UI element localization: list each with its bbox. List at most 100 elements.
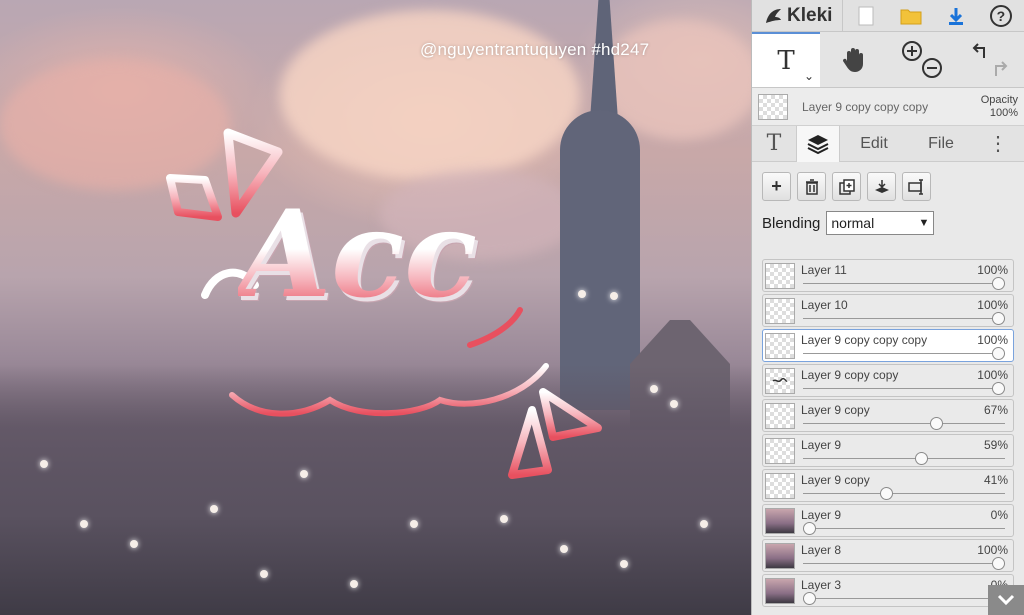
- help-button[interactable]: ?: [978, 0, 1023, 32]
- current-layer-thumbnail: [758, 93, 788, 120]
- layer-row[interactable]: Layer 9 copy copy copy 100%: [762, 329, 1014, 362]
- zoom-out-icon[interactable]: [921, 57, 943, 79]
- chevron-down-icon[interactable]: ⌄: [804, 69, 814, 83]
- layer-row[interactable]: Layer 11 100%: [762, 259, 1014, 292]
- layer-opacity: 100%: [977, 263, 1008, 277]
- layer-row[interactable]: Layer 9 copy copy 100%: [762, 364, 1014, 397]
- trash-icon: [805, 178, 818, 195]
- delete-layer-button[interactable]: [797, 172, 826, 201]
- layer-opacity: 67%: [983, 403, 1008, 417]
- layer-opacity: 59%: [983, 438, 1008, 452]
- bracket-bottom: [508, 406, 552, 479]
- new-document-button[interactable]: [843, 0, 888, 32]
- save-download-button[interactable]: [933, 0, 978, 32]
- opacity-slider-track[interactable]: [803, 353, 1005, 354]
- rename-icon: [907, 178, 923, 195]
- opacity-slider-knob[interactable]: [992, 382, 1005, 395]
- opacity-slider-knob[interactable]: [992, 312, 1005, 325]
- tab-edit[interactable]: Edit: [840, 126, 908, 162]
- layer-thumbnail: [765, 438, 795, 464]
- layer-row[interactable]: Layer 8 100%: [762, 539, 1014, 572]
- current-layer-name: Layer 9 copy copy copy: [802, 99, 929, 114]
- layer-thumbnail: [765, 333, 795, 359]
- opacity-slider-track[interactable]: [803, 458, 1005, 459]
- layer-row[interactable]: Layer 9 copy 41%: [762, 469, 1014, 502]
- new-document-icon: [858, 6, 874, 25]
- opacity-slider-track[interactable]: [803, 563, 1005, 564]
- opacity-slider-track[interactable]: [803, 318, 1005, 319]
- add-layer-button[interactable]: +: [762, 172, 791, 201]
- opacity-slider-track[interactable]: [803, 493, 1005, 494]
- kleki-logo-icon: [766, 8, 781, 23]
- opacity-slider-knob[interactable]: [992, 557, 1005, 570]
- undo-redo-buttons: [956, 32, 1024, 87]
- layer-row[interactable]: Layer 9 copy 67%: [762, 399, 1014, 432]
- tool-row: T ⌄: [752, 32, 1024, 88]
- panel-tabs: T Edit File ⋮: [752, 125, 1024, 162]
- layer-thumbnail: [765, 473, 795, 499]
- merge-down-icon: [874, 179, 889, 193]
- opacity-slider-knob[interactable]: [929, 417, 943, 430]
- scroll-down-button[interactable]: [988, 585, 1024, 615]
- layer-actions: +: [752, 162, 1024, 207]
- layer-row[interactable]: Layer 10 100%: [762, 294, 1014, 327]
- opacity-slider-knob[interactable]: [992, 347, 1005, 360]
- zoom-buttons: [888, 32, 956, 87]
- merge-down-button[interactable]: [867, 172, 896, 201]
- layers-icon: [807, 134, 829, 154]
- kleki-logo[interactable]: Kleki: [752, 0, 844, 32]
- zoom-in-icon[interactable]: [901, 40, 923, 62]
- layer-list: Layer 11 100% Layer 10 100% Layer 9 copy cop…: [762, 259, 1014, 609]
- opacity-slider-track[interactable]: [803, 423, 1005, 424]
- chevron-down-icon: ▼: [918, 217, 930, 229]
- blending-value: normal: [831, 215, 875, 231]
- opacity-slider-knob[interactable]: [914, 452, 928, 465]
- opacity-slider-track[interactable]: [803, 528, 1005, 529]
- help-icon: ?: [989, 4, 1012, 27]
- rename-layer-button[interactable]: [902, 172, 931, 201]
- acc-text-art: Acc: [238, 184, 478, 325]
- layer-opacity: 100%: [977, 368, 1008, 382]
- layer-name: Layer 9 copy: [801, 403, 870, 417]
- app-name: Kleki: [787, 4, 833, 26]
- opacity-value: 100%: [989, 106, 1018, 119]
- layer-name: Layer 9 copy: [801, 473, 870, 487]
- drawing-canvas[interactable]: @nguyentrantuquyen #hd247 Acc: [0, 0, 751, 615]
- tab-text[interactable]: T: [752, 126, 796, 162]
- opacity-slider-knob[interactable]: [803, 592, 816, 605]
- open-folder-button[interactable]: [888, 0, 933, 32]
- tab-file[interactable]: File: [908, 126, 974, 162]
- current-layer-opacity: Opacity 100%: [981, 94, 1018, 120]
- opacity-slider-track[interactable]: [803, 598, 1005, 599]
- opacity-slider-track[interactable]: [803, 283, 1005, 284]
- layer-name: Layer 9: [801, 508, 842, 522]
- layer-row[interactable]: Layer 9 0%: [762, 504, 1014, 537]
- layer-thumbnail: [765, 403, 795, 429]
- bracket-left: [166, 174, 222, 221]
- hand-icon: [842, 47, 863, 72]
- layer-thumbnail: [765, 263, 795, 289]
- layer-name: Layer 9: [801, 438, 842, 452]
- opacity-slider-track[interactable]: [803, 388, 1005, 389]
- opacity-slider-knob[interactable]: [992, 277, 1005, 290]
- layer-name: Layer 8: [801, 543, 842, 557]
- duplicate-layer-button[interactable]: [832, 172, 861, 201]
- text-tool-button[interactable]: T ⌄: [752, 32, 820, 87]
- layer-row[interactable]: Layer 9 59%: [762, 434, 1014, 467]
- layer-opacity: 100%: [977, 298, 1008, 312]
- hand-tool-button[interactable]: [820, 32, 888, 87]
- blending-label: Blending: [762, 214, 821, 232]
- top-bar: Kleki ?: [752, 0, 1024, 32]
- layer-thumbnail: [765, 508, 795, 534]
- redo-icon[interactable]: [990, 58, 1010, 78]
- blending-select[interactable]: normal ▼: [826, 211, 935, 235]
- layer-row[interactable]: Layer 30%: [762, 574, 1014, 607]
- opacity-slider-knob[interactable]: [803, 522, 816, 535]
- tab-layers[interactable]: [796, 125, 840, 162]
- current-layer-info: Layer 9 copy copy copy Opacity 100%: [752, 88, 1024, 126]
- opacity-slider-knob[interactable]: [880, 487, 894, 500]
- undo-icon[interactable]: [970, 42, 990, 62]
- layer-thumbnail: [765, 543, 795, 569]
- download-icon: [948, 7, 963, 25]
- more-menu-button[interactable]: ⋮: [974, 126, 1022, 162]
